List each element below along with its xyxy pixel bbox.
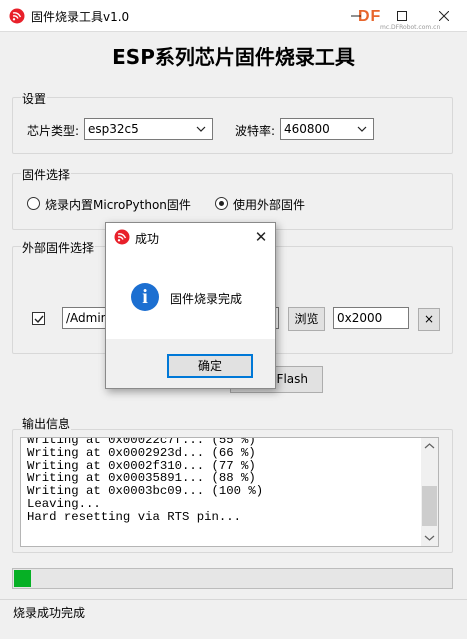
- close-button[interactable]: [421, 0, 467, 31]
- progress-fill: [14, 570, 31, 587]
- chevron-down-icon: [196, 126, 206, 132]
- close-icon: ✕: [254, 228, 268, 246]
- log-scrollbar[interactable]: [421, 438, 438, 546]
- chip-type-select[interactable]: esp32c5: [84, 118, 213, 140]
- remove-firmware-button[interactable]: ×: [418, 308, 440, 331]
- window-title: 固件烧录工具v1.0: [31, 10, 130, 24]
- builtin-firmware-radio[interactable]: [27, 197, 40, 210]
- close-icon: [438, 10, 450, 22]
- baud-rate-select[interactable]: 460800: [280, 118, 374, 140]
- status-text: 烧录成功完成: [13, 606, 86, 620]
- browse-button[interactable]: 浏览: [288, 307, 325, 331]
- external-firmware-label: 使用外部固件: [233, 198, 306, 212]
- dialog-close-button[interactable]: ✕: [248, 225, 274, 249]
- page-title: ESP系列芯片固件烧录工具: [112, 45, 355, 69]
- output-log[interactable]: Writing at 0x00022c7f... (55 %) Writing …: [20, 437, 439, 547]
- baud-rate-label: 波特率:: [235, 124, 276, 138]
- baud-rate-value: 460800: [284, 122, 330, 136]
- scroll-down-icon[interactable]: [421, 529, 438, 546]
- settings-group-title: 设置: [21, 90, 48, 107]
- maximize-button[interactable]: [379, 0, 425, 31]
- maximize-icon: [397, 11, 407, 21]
- info-icon: i: [131, 283, 159, 311]
- title-bar: 固件烧录工具v1.0 DF mc.DFRobot.com.cn: [0, 0, 467, 31]
- checkmark-icon: [34, 315, 44, 324]
- espressif-logo-icon: [9, 8, 25, 24]
- output-log-text: Writing at 0x00022c7f... (55 %) Writing …: [27, 437, 264, 524]
- chip-type-value: esp32c5: [88, 122, 139, 136]
- flash-address-input[interactable]: 0x2000: [333, 307, 409, 329]
- progress-bar: [12, 568, 453, 589]
- external-firmware-group-title: 外部固件选择: [21, 239, 96, 256]
- success-dialog: 成功 ✕ i 固件烧录完成 确定: [105, 222, 276, 389]
- espressif-logo-icon: [114, 229, 130, 245]
- chip-type-label: 芯片类型:: [27, 124, 80, 138]
- dialog-footer: 确定: [106, 339, 275, 388]
- scroll-up-icon[interactable]: [421, 438, 438, 455]
- status-bar: 烧录成功完成: [0, 599, 467, 623]
- dialog-title: 成功: [135, 232, 160, 246]
- scrollbar-thumb[interactable]: [422, 486, 437, 526]
- output-group-title: 输出信息: [21, 415, 72, 432]
- builtin-firmware-label: 烧录内置MicroPython固件: [45, 198, 191, 212]
- minimize-icon: [351, 15, 361, 17]
- minimize-button[interactable]: [333, 0, 379, 31]
- title-divider: [0, 31, 467, 32]
- chevron-down-icon: [357, 126, 367, 132]
- dialog-body: i 固件烧录完成: [106, 250, 275, 339]
- external-firmware-radio[interactable]: [215, 197, 228, 210]
- ok-button[interactable]: 确定: [167, 354, 253, 378]
- firmware-group-title: 固件选择: [21, 166, 72, 183]
- dialog-message: 固件烧录完成: [170, 292, 243, 306]
- firmware-enable-checkbox[interactable]: [32, 312, 45, 325]
